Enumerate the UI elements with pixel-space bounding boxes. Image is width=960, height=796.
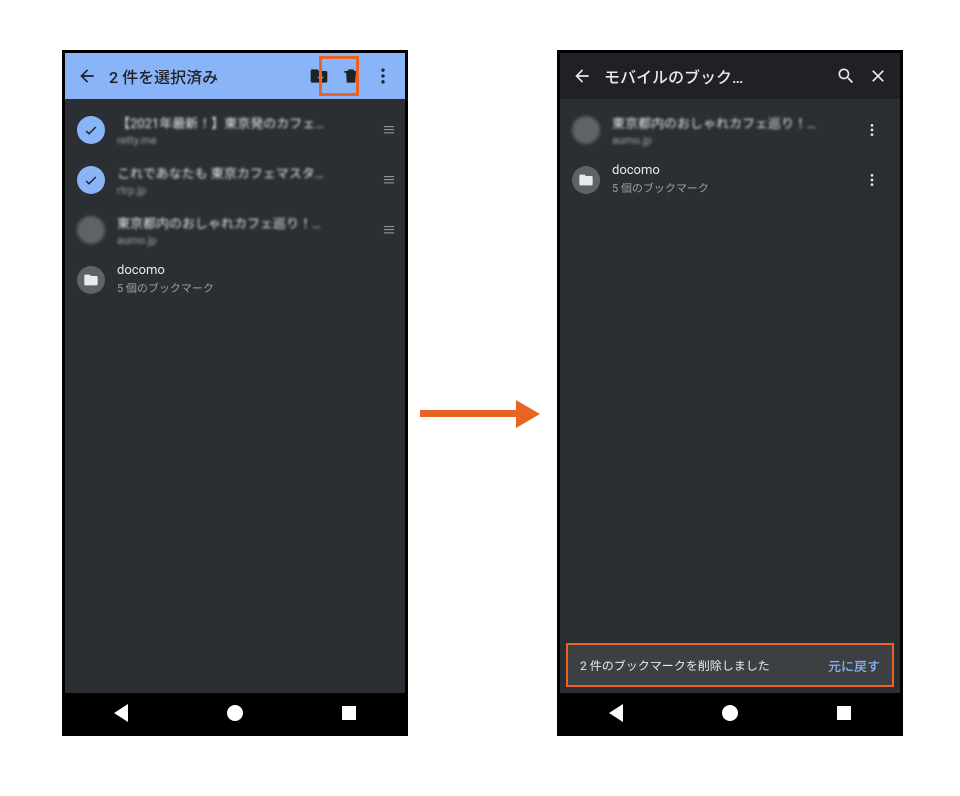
more-vert-icon [864, 172, 880, 188]
bookmark-title: これであなたも 東京カフェマスタ… [117, 163, 370, 182]
bookmark-folder[interactable]: docomo 5 個のブックマーク [65, 255, 405, 304]
nav-back-icon[interactable] [114, 704, 128, 722]
selected-check-icon[interactable] [77, 166, 105, 194]
favicon [77, 216, 105, 244]
bookmark-list: 【2021年最新！】東京発のカフェ… retty.me ≡ これであなたも 東京… [65, 99, 405, 310]
nav-home-icon[interactable] [722, 705, 738, 721]
bookmark-title: 東京都内のおしゃれカフェ巡り！… [117, 213, 370, 232]
nav-recent-icon[interactable] [837, 706, 851, 720]
search-icon [836, 66, 856, 86]
bookmark-item[interactable]: 東京都内のおしゃれカフェ巡り！… aumo.jp [560, 105, 900, 155]
screen: 2 件を選択済み 【2021年最新！】東京発 [65, 53, 405, 693]
toolbar: モバイルのブック… [560, 53, 900, 99]
bookmark-subtitle: aumo.jp [612, 134, 844, 147]
more-vert-icon [864, 122, 880, 138]
close-icon [868, 66, 888, 86]
bookmark-subtitle: retty.me [117, 134, 370, 147]
favicon [572, 116, 600, 144]
overflow-button[interactable] [367, 60, 399, 92]
android-navbar [65, 693, 405, 733]
drag-handle-icon[interactable]: ≡ [382, 220, 393, 240]
item-overflow-button[interactable] [856, 114, 888, 146]
snackbar-message: 2 件のブックマークを削除しました [580, 657, 828, 674]
bookmark-folder[interactable]: docomo 5 個のブックマーク [560, 155, 900, 204]
toolbar-title: モバイルのブック… [604, 64, 830, 88]
arrow-back-icon [77, 66, 97, 86]
drag-handle-icon[interactable]: ≡ [382, 120, 393, 140]
folder-icon [572, 166, 600, 194]
back-button[interactable] [566, 60, 598, 92]
bookmark-item[interactable]: これであなたも 東京カフェマスタ… rtrp.jp ≡ [65, 155, 405, 205]
bookmark-list: 東京都内のおしゃれカフェ巡り！… aumo.jp docomo 5 個のブックマ… [560, 99, 900, 210]
bookmark-item[interactable]: 東京都内のおしゃれカフェ巡り！… aumo.jp ≡ [65, 205, 405, 255]
nav-home-icon[interactable] [227, 705, 243, 721]
bookmark-title: 東京都内のおしゃれカフェ巡り！… [612, 113, 844, 132]
folder-title: docomo [612, 163, 844, 178]
snackbar-action[interactable]: 元に戻す [828, 656, 880, 675]
snackbar: 2 件のブックマークを削除しました 元に戻す [566, 643, 894, 687]
folder-icon [77, 266, 105, 294]
bookmark-title: 【2021年最新！】東京発のカフェ… [117, 113, 370, 132]
highlight-trash [319, 56, 359, 96]
item-overflow-button[interactable] [856, 164, 888, 196]
arrow-back-icon [572, 66, 592, 86]
nav-back-icon[interactable] [609, 704, 623, 722]
search-button[interactable] [830, 60, 862, 92]
bookmark-item[interactable]: 【2021年最新！】東京発のカフェ… retty.me ≡ [65, 105, 405, 155]
folder-title: docomo [117, 263, 393, 278]
bookmark-subtitle: aumo.jp [117, 234, 370, 247]
nav-recent-icon[interactable] [342, 706, 356, 720]
bookmark-subtitle: rtrp.jp [117, 184, 370, 197]
folder-subtitle: 5 個のブックマーク [117, 280, 393, 296]
toolbar-title: 2 件を選択済み [109, 64, 303, 88]
phone-after: モバイルのブック… 東京都内のおしゃれカフェ巡り！… aumo.jp [557, 50, 903, 736]
close-button[interactable] [862, 60, 894, 92]
screen: モバイルのブック… 東京都内のおしゃれカフェ巡り！… aumo.jp [560, 53, 900, 693]
android-navbar [560, 693, 900, 733]
transition-arrow [420, 400, 540, 428]
phone-before: 2 件を選択済み 【2021年最新！】東京発 [62, 50, 408, 736]
folder-subtitle: 5 個のブックマーク [612, 180, 844, 196]
drag-handle-icon[interactable]: ≡ [382, 170, 393, 190]
back-button[interactable] [71, 60, 103, 92]
selected-check-icon[interactable] [77, 116, 105, 144]
more-vert-icon [373, 66, 393, 86]
